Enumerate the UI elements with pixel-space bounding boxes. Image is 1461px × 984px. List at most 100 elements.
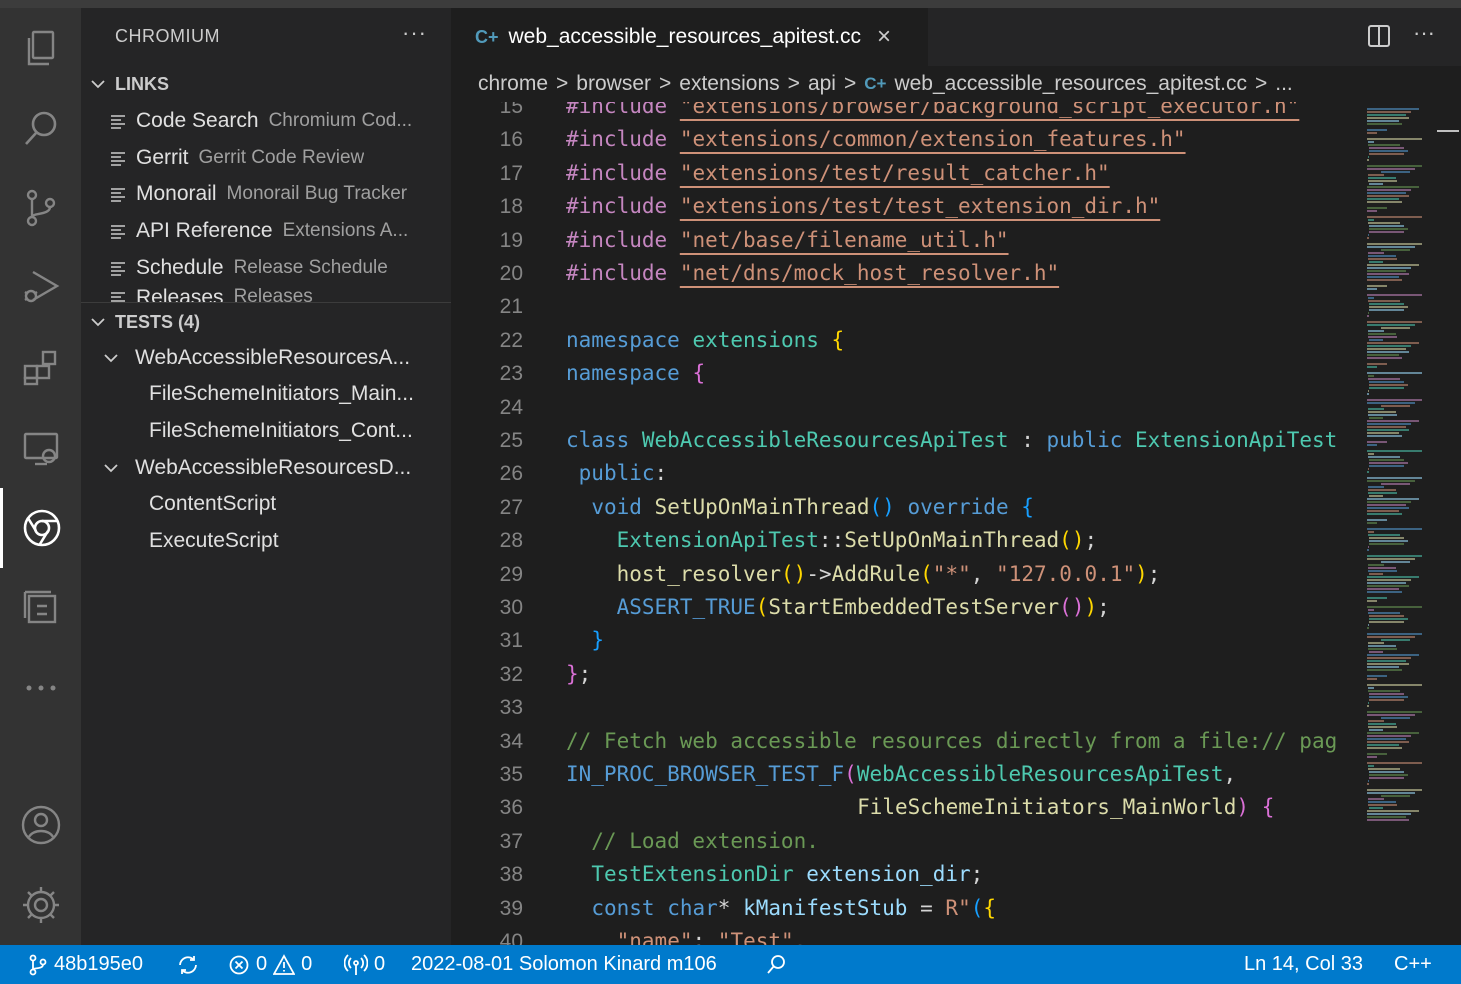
more-views-icon[interactable] xyxy=(0,648,81,728)
link-item-api-reference[interactable]: API Reference Extensions A... xyxy=(81,213,451,249)
chromium-icon[interactable] xyxy=(0,488,81,568)
code-line[interactable]: 39 const char* kManifestStub = R"({ xyxy=(451,892,1361,925)
code-line[interactable]: 26 public: xyxy=(451,457,1361,490)
code-line[interactable]: 21 xyxy=(451,290,1361,323)
branch-indicator[interactable]: 48b195e0 xyxy=(28,945,143,984)
breadcrumb-item[interactable]: extensions xyxy=(679,72,779,96)
minimap-line xyxy=(1367,660,1406,662)
test-item-file-scheme-main[interactable]: FileSchemeInitiators_Main... xyxy=(81,376,451,412)
code-line[interactable]: 36 FileSchemeInitiators_MainWorld) { xyxy=(451,791,1361,824)
links-section-header[interactable]: LINKS xyxy=(81,68,451,100)
link-item-schedule[interactable]: Schedule Release Schedule xyxy=(81,250,451,286)
minimap-line xyxy=(1368,612,1400,614)
settings-gear-icon[interactable] xyxy=(0,865,81,945)
code-line[interactable]: 18 #include "extensions/test/test_extensi… xyxy=(451,190,1361,223)
code-line[interactable]: 28 ExtensionApiTest::SetUpOnMainThread()… xyxy=(451,524,1361,557)
breadcrumb-item[interactable]: browser xyxy=(576,72,651,96)
test-item-file-scheme-content[interactable]: FileSchemeInitiators_Cont... xyxy=(81,413,451,449)
minimap-line xyxy=(1380,249,1411,251)
minimap-line xyxy=(1367,528,1422,530)
test-item-execute-script[interactable]: ExecuteScript xyxy=(81,523,451,559)
test-group-web-accessible-resources-api[interactable]: WebAccessibleResourcesA... xyxy=(81,340,451,376)
minimap-line xyxy=(1367,342,1420,344)
sidebar-more-button[interactable]: ··· xyxy=(402,20,427,46)
code-line[interactable]: 37 // Load extension. xyxy=(451,825,1361,858)
code-line[interactable]: 33 xyxy=(451,691,1361,724)
tab-web-accessible-resources[interactable]: C+ web_accessible_resources_apitest.cc × xyxy=(451,8,928,66)
run-debug-icon[interactable] xyxy=(0,248,81,328)
code-line[interactable]: 31 } xyxy=(451,624,1361,657)
test-group-web-accessible-resources-d[interactable]: WebAccessibleResourcesD... xyxy=(81,450,451,486)
minimap-line xyxy=(1368,258,1397,260)
editor-more-button[interactable]: ··· xyxy=(1413,20,1435,46)
test-label: FileSchemeInitiators_Main... xyxy=(149,382,414,405)
minimap-line xyxy=(1368,300,1400,302)
code-line[interactable]: 19 #include "net/base/filename_util.h" xyxy=(451,224,1361,257)
code-editor[interactable]: 15 #include "extensions/browser/backgroun… xyxy=(451,102,1361,945)
line-text: ASSERT_TRUE(StartEmbeddedTestServer()); xyxy=(616,595,1110,619)
minimap-line xyxy=(1368,645,1397,647)
minimap[interactable] xyxy=(1361,102,1437,822)
code-line[interactable]: 32}; xyxy=(451,658,1361,691)
minimap-line xyxy=(1367,357,1403,359)
search-icon[interactable] xyxy=(764,945,794,984)
error-icon xyxy=(229,955,249,974)
tests-section-header[interactable]: TESTS (4) xyxy=(81,306,451,338)
code-line[interactable]: 23 namespace { xyxy=(451,357,1361,390)
code-line[interactable]: 29 host_resolver()->AddRule("*", "127.0.… xyxy=(451,558,1361,591)
minimap-line xyxy=(1367,267,1412,269)
minimap-line xyxy=(1367,735,1412,737)
accounts-icon[interactable] xyxy=(0,785,81,865)
minimap-line xyxy=(1368,690,1400,692)
code-line[interactable]: 22 namespace extensions { xyxy=(451,324,1361,357)
language-mode[interactable]: C++ xyxy=(1394,945,1432,984)
breadcrumb-item[interactable]: api xyxy=(808,72,836,96)
code-line[interactable]: 40 "name": "Test", xyxy=(451,925,1361,945)
breadcrumb-item[interactable]: chrome xyxy=(478,72,548,96)
code-line[interactable]: 15 #include "extensions/browser/backgroun… xyxy=(451,102,1361,123)
code-line[interactable]: 27 void SetUpOnMainThread() override { xyxy=(451,491,1361,524)
code-line[interactable]: 24 xyxy=(451,391,1361,424)
explorer-icon[interactable] xyxy=(0,8,81,88)
remote-explorer-icon[interactable] xyxy=(0,408,81,488)
minimap-line xyxy=(1367,816,1406,818)
ports-count: 0 xyxy=(374,953,386,975)
cursor-position[interactable]: Ln 14, Col 33 xyxy=(1244,945,1363,984)
split-editor-icon[interactable] xyxy=(1367,24,1391,48)
source-control-icon[interactable] xyxy=(0,168,81,248)
code-line[interactable]: 30 ASSERT_TRUE(StartEmbeddedTestServer()… xyxy=(451,591,1361,624)
link-description: Releases xyxy=(233,286,313,302)
minimap-line xyxy=(1368,798,1385,800)
minimap-line xyxy=(1380,327,1411,329)
extensions-icon[interactable] xyxy=(0,328,81,408)
code-line[interactable]: 16 #include "extensions/common/extension_… xyxy=(451,123,1361,156)
breadcrumb-item[interactable]: web_accessible_resources_apitest.cc xyxy=(894,72,1247,96)
minimap-line xyxy=(1369,651,1383,653)
sync-button[interactable] xyxy=(176,945,206,984)
code-line[interactable]: 17 #include "extensions/test/result_catch… xyxy=(451,157,1361,190)
minimap-line xyxy=(1367,675,1387,677)
minimap-line xyxy=(1367,606,1422,608)
minimap-line xyxy=(1368,726,1397,728)
code-line[interactable]: 20 #include "net/dns/mock_host_resolver.h… xyxy=(451,257,1361,290)
link-item-code-search[interactable]: Code Search Chromium Cod... xyxy=(81,103,451,139)
line-text: namespace { xyxy=(566,361,706,386)
close-icon[interactable]: × xyxy=(877,23,891,51)
search-icon[interactable] xyxy=(0,88,81,168)
test-item-content-script[interactable]: ContentScript xyxy=(81,486,451,522)
git-blame-info[interactable]: 2022-08-01 Solomon Kinard m106 xyxy=(411,945,717,984)
link-item-monorail[interactable]: Monorail Monorail Bug Tracker xyxy=(81,176,451,212)
ports-indicator[interactable]: 0 xyxy=(344,945,385,984)
link-item-releases[interactable]: Releases Releases xyxy=(81,286,451,302)
code-line[interactable]: 35 IN_PROC_BROWSER_TEST_F(WebAccessibleRe… xyxy=(451,758,1361,791)
minimap-line xyxy=(1367,477,1422,479)
problems-indicator[interactable]: 0 0 xyxy=(228,945,312,984)
code-line[interactable]: 34 // Fetch web accessible resources dire… xyxy=(451,725,1361,758)
code-line[interactable]: 38 TestExtensionDir extension_dir; xyxy=(451,858,1361,891)
link-item-gerrit[interactable]: Gerrit Gerrit Code Review xyxy=(81,140,451,176)
gn-targets-icon[interactable] xyxy=(0,568,81,648)
code-line[interactable]: 25 class WebAccessibleResourcesApiTest : … xyxy=(451,424,1361,457)
breadcrumb-item[interactable]: ... xyxy=(1275,72,1293,96)
minimap-line xyxy=(1367,375,1374,377)
line-text: class WebAccessibleResourcesApiTest : pu… xyxy=(566,428,1338,452)
